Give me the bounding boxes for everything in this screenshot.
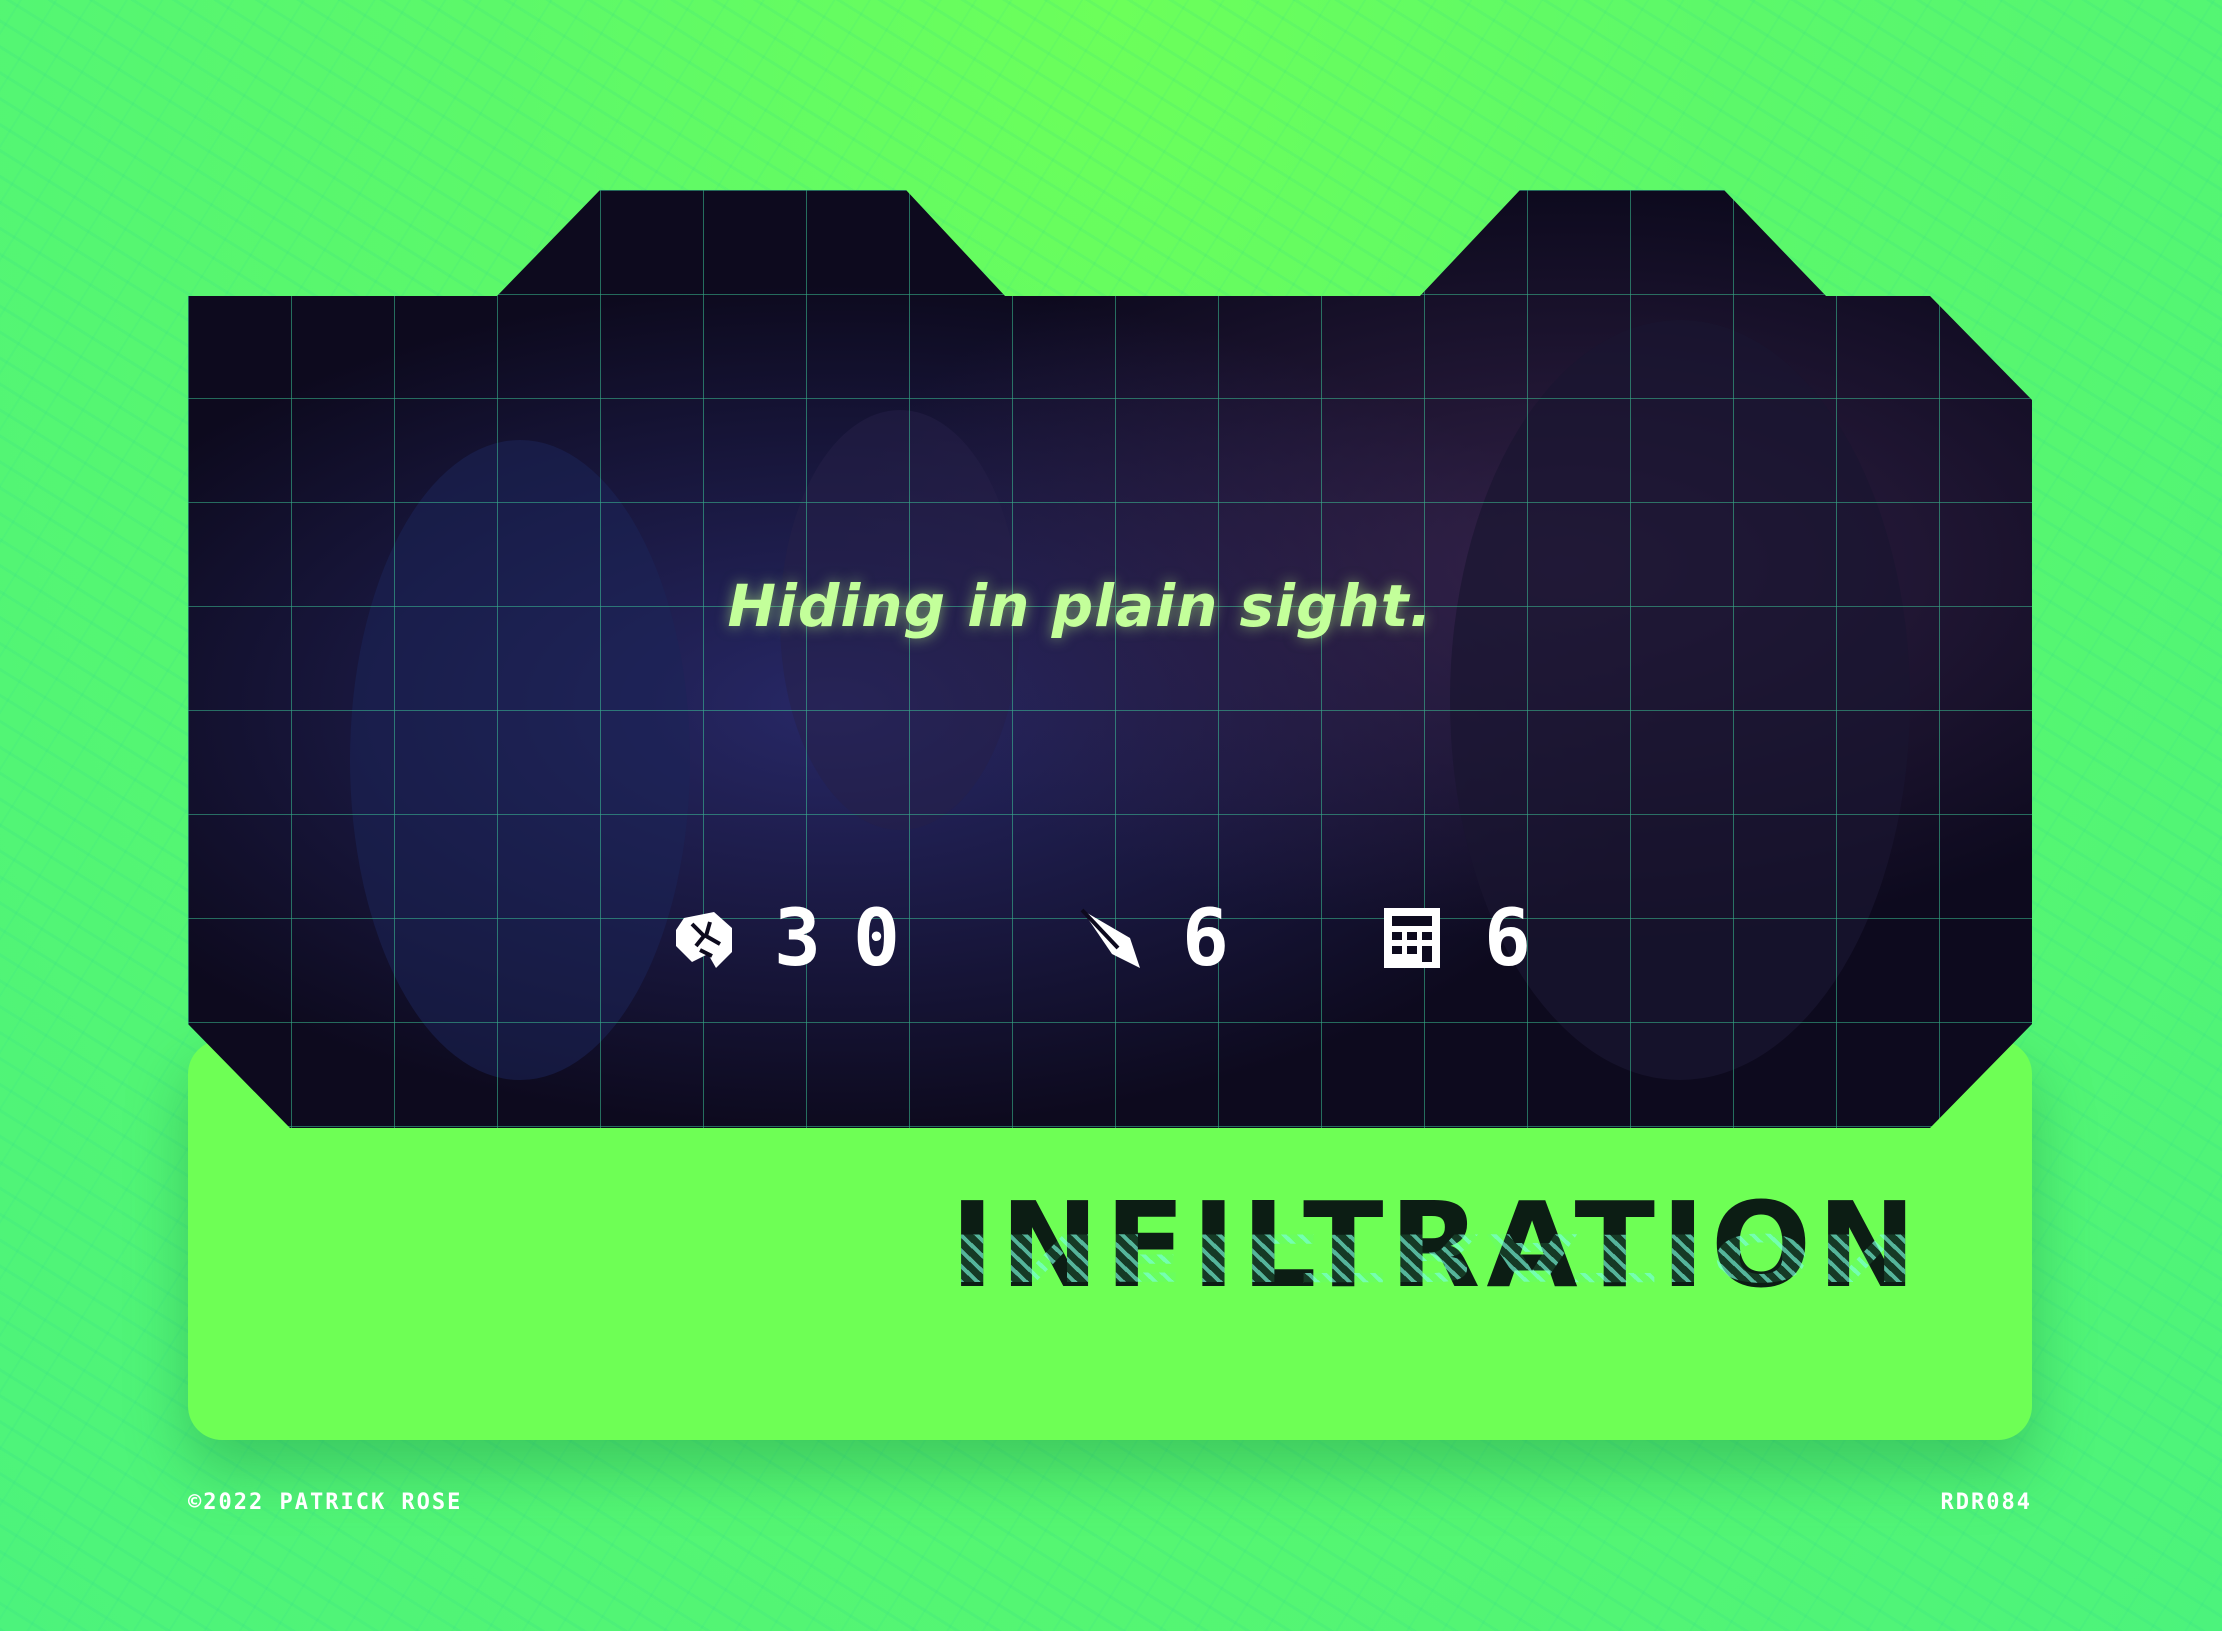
card-code: RDR084 [1940, 1490, 2032, 1515]
quill-icon [1080, 908, 1140, 968]
stat-tech-value: 6 [1484, 894, 1563, 984]
brain-icon [676, 912, 732, 968]
tagline: Hiding in plain sight. [727, 572, 1433, 640]
stat-intellect: 30 [670, 894, 932, 984]
stat-influence-value: 6 [1182, 894, 1261, 984]
card-title-reflection: INFILTRATION [862, 1219, 1922, 1295]
stat-influence: 6 [1078, 894, 1261, 984]
calculator-icon [1384, 908, 1440, 968]
stat-intellect-value: 30 [774, 894, 932, 984]
image-panel [188, 190, 2032, 1128]
stats-row: 30 6 6 [0, 894, 2222, 984]
stat-tech: 6 [1380, 894, 1563, 984]
copyright-text: ©2022 PATRICK ROSE [188, 1490, 463, 1515]
